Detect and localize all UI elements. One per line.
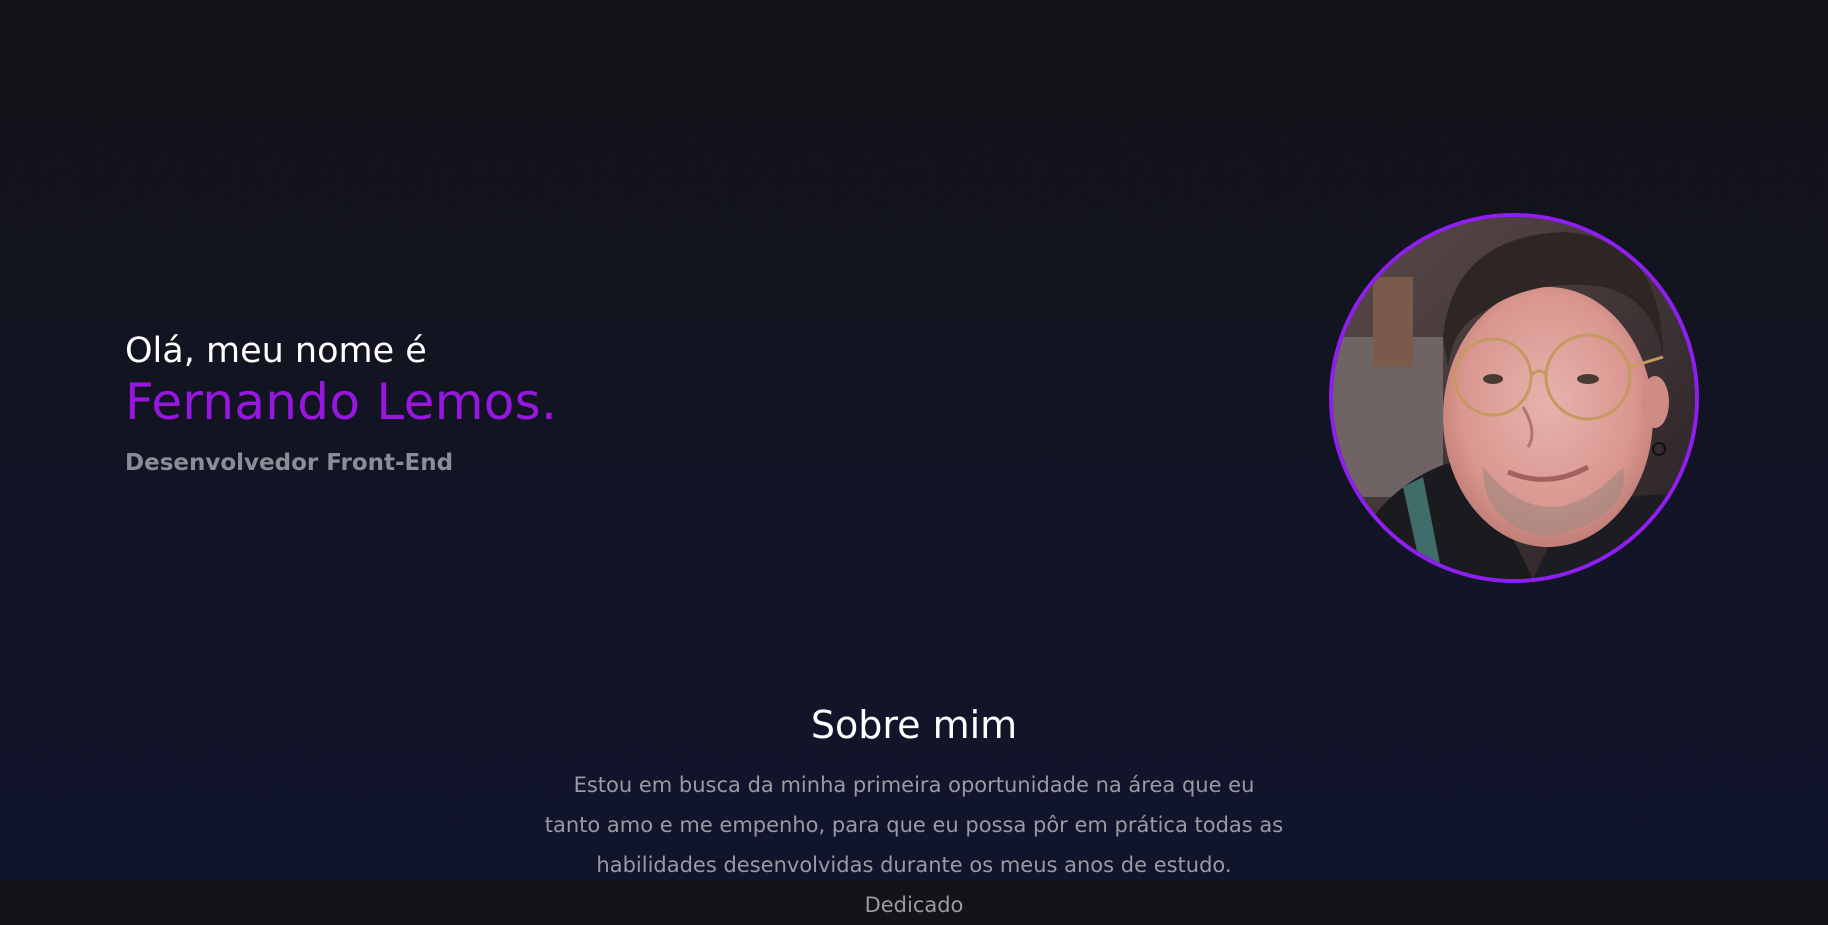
- about-title: Sobre mim: [810, 703, 1018, 747]
- profile-photo-illustration: [1333, 217, 1695, 579]
- hero-greeting: Olá, meu nome é: [125, 331, 427, 371]
- hero-role: Desenvolvedor Front-End: [125, 450, 454, 476]
- about-text: Estou em busca da minha primeira oportun…: [544, 773, 1284, 917]
- hero-text: Olá, meu nome é Fernando Lemos. Desenvol…: [125, 326, 557, 478]
- hero-name: Fernando Lemos.: [125, 373, 558, 431]
- profile-photo: [1329, 213, 1699, 583]
- hero-section: Olá, meu nome é Fernando Lemos. Desenvol…: [0, 0, 1828, 640]
- about-section: Sobre mim Estou em busca da minha primei…: [0, 690, 1828, 925]
